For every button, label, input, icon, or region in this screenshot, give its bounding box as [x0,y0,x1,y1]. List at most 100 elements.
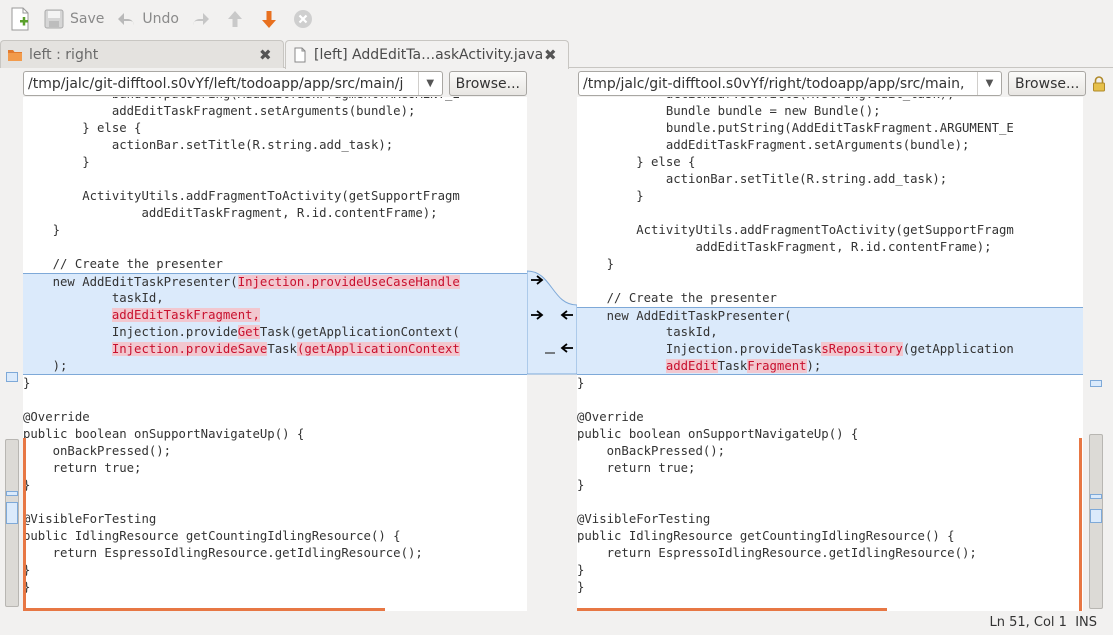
code-line[interactable]: public boolean onSupportNavigateUp() { [23,426,527,443]
code-line[interactable]: } [23,375,527,392]
code-line[interactable]: } [577,188,1083,205]
previous-change-button[interactable] [223,4,247,34]
code-line[interactable]: } [577,477,1083,494]
code-line[interactable]: } else { [23,120,527,137]
code-line[interactable] [577,205,1083,222]
code-line[interactable]: } [23,154,527,171]
code-line[interactable]: @Override [23,409,527,426]
diff-link-area[interactable] [526,97,578,611]
code-line[interactable]: return EspressoIdlingResource.getIdlingR… [577,545,1083,562]
close-icon[interactable]: ✖ [544,46,562,64]
right-scroll-indicator [1079,438,1082,611]
left-overview-chunk[interactable] [6,372,18,382]
stop-button[interactable] [291,4,315,34]
undo-button[interactable]: Undo [114,4,179,34]
code-line[interactable]: @VisibleForTesting [577,511,1083,528]
new-file-icon [8,7,32,31]
code-line[interactable]: ActivityUtils.addFragmentToActivity(getS… [577,222,1083,239]
code-line[interactable]: addEditTaskFragment, R.id.contentFrame); [577,239,1083,256]
code-line[interactable]: addEditTaskFragment.setArguments(bundle)… [577,137,1083,154]
code-line[interactable]: } [23,579,527,596]
left-scroll-indicator [23,438,26,611]
chevron-down-icon[interactable]: ▼ [977,72,1001,95]
code-line[interactable]: ActivityUtils.addFragmentToActivity(getS… [23,188,527,205]
left-overview-chunk [6,502,18,524]
right-editor-pane[interactable]: actionBar.setTitle(R.string.edit_task); … [577,97,1083,611]
code-line[interactable] [23,171,527,188]
undo-icon [114,7,138,31]
code-line[interactable]: public IdlingResource getCountingIdlingR… [577,528,1083,545]
code-line[interactable]: Bundle bundle = new Bundle(); [577,103,1083,120]
code-line[interactable]: // Create the presenter [23,256,527,273]
code-line[interactable] [577,494,1083,511]
code-line[interactable]: } [23,562,527,579]
left-overview-strip[interactable] [4,97,20,611]
code-line[interactable]: Injection.provideTasksRepository(getAppl… [577,341,1083,358]
code-line[interactable]: } [577,375,1083,392]
code-line[interactable]: taskId, [23,290,527,307]
right-browse-button[interactable]: Browse... [1008,71,1087,96]
code-line[interactable]: public boolean onSupportNavigateUp() { [577,426,1083,443]
code-line[interactable]: onBackPressed(); [577,443,1083,460]
code-line[interactable]: new AddEditTaskPresenter(Injection.provi… [23,273,527,290]
next-change-button[interactable] [257,4,281,34]
tab-file-compare[interactable]: [left] AddEditTa…askActivity.java ✖ [285,40,569,69]
chevron-down-icon[interactable]: ▼ [417,72,442,95]
code-line[interactable]: addEditTaskFragment); [577,358,1083,375]
code-line[interactable]: addEditTaskFragment, [23,307,527,324]
tab-label: left : right [29,46,99,63]
code-line[interactable] [23,239,527,256]
code-line[interactable]: } [577,562,1083,579]
code-line[interactable]: } [23,477,527,494]
code-line[interactable]: @VisibleForTesting [23,511,527,528]
code-line[interactable]: Injection.provideGetTask(getApplicationC… [23,324,527,341]
code-line[interactable]: taskId, [577,324,1083,341]
code-line[interactable]: } [577,256,1083,273]
left-browse-button[interactable]: Browse... [448,71,527,96]
left-code-view[interactable]: bundle.putString(AddEditTaskFragment.ARG… [23,97,527,596]
undo-label: Undo [142,11,179,27]
code-line[interactable]: actionBar.setTitle(R.string.add_task); [577,171,1083,188]
code-line[interactable]: return true; [23,460,527,477]
code-line[interactable]: addEditTaskFragment, R.id.contentFrame); [23,205,527,222]
lock-icon[interactable] [1092,75,1106,92]
code-line[interactable]: onBackPressed(); [23,443,527,460]
new-button[interactable] [8,4,32,34]
right-path-row: /tmp/jalc/git-difftool.s0vYf/right/todoa… [578,70,1108,97]
right-path-input[interactable]: /tmp/jalc/git-difftool.s0vYf/right/todoa… [579,76,977,92]
code-line[interactable]: return EspressoIdlingResource.getIdlingR… [23,545,527,562]
left-overview-chunk [6,491,18,496]
redo-button[interactable] [189,4,213,34]
code-line[interactable]: Injection.provideSaveTask(getApplication… [23,341,527,358]
right-overview-strip[interactable] [1088,97,1104,611]
code-line[interactable]: actionBar.setTitle(R.string.add_task); [23,137,527,154]
code-line[interactable] [577,392,1083,409]
close-icon[interactable]: ✖ [259,46,277,64]
code-line[interactable] [23,392,527,409]
code-line[interactable]: } [23,222,527,239]
code-line[interactable]: return true; [577,460,1083,477]
code-line[interactable]: } else { [577,154,1083,171]
redo-icon [189,7,213,31]
folder-icon [7,47,23,63]
code-line[interactable]: // Create the presenter [577,290,1083,307]
right-path-combo[interactable]: /tmp/jalc/git-difftool.s0vYf/right/todoa… [578,71,1002,96]
code-line[interactable] [23,494,527,511]
right-overview-chunk [1090,509,1102,523]
code-line[interactable]: new AddEditTaskPresenter( [577,307,1083,324]
left-path-combo[interactable]: /tmp/jalc/git-difftool.s0vYf/left/todoap… [23,71,443,96]
left-path-input[interactable]: /tmp/jalc/git-difftool.s0vYf/left/todoap… [24,76,418,92]
code-line[interactable]: public IdlingResource getCountingIdlingR… [23,528,527,545]
code-line[interactable]: bundle.putString(AddEditTaskFragment.ARG… [577,120,1083,137]
status-text: Ln 51, Col 1 INS [989,615,1097,630]
tab-folder-compare[interactable]: left : right ✖ [0,40,284,68]
code-line[interactable]: @Override [577,409,1083,426]
code-line[interactable]: addEditTaskFragment.setArguments(bundle)… [23,103,527,120]
left-editor-pane[interactable]: bundle.putString(AddEditTaskFragment.ARG… [23,97,527,611]
save-button[interactable]: Save [42,4,104,34]
right-code-view[interactable]: actionBar.setTitle(R.string.edit_task); … [577,97,1083,596]
code-line[interactable]: ); [23,358,527,375]
code-line[interactable]: } [577,579,1083,596]
tab-label: [left] AddEditTa…askActivity.java [314,47,544,63]
code-line[interactable] [577,273,1083,290]
